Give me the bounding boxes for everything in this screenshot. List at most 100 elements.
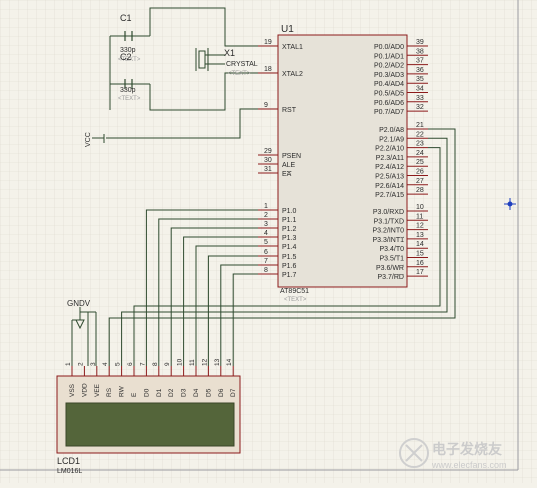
u1-right-pin-name-suffix: WR: [392, 265, 404, 272]
c2-text: <TEXT>: [118, 96, 141, 102]
u1-right-pin-name-suffix: AD3: [390, 72, 404, 79]
u1-left-pin-number: 2: [264, 212, 268, 219]
u1-right-pin-number: 38: [416, 48, 424, 55]
u1-right-pin-name-suffix: RD: [394, 274, 404, 281]
u1-left-pin-name: P1.3: [282, 235, 297, 242]
u1-right-pin-name: P2.5/A13: [375, 174, 404, 181]
u1-right-pin-number: 32: [416, 104, 424, 111]
u1-right-pin-name: P0.5/AD5: [374, 91, 404, 98]
u1-right-pin-name: P3.7/RD: [378, 274, 404, 281]
u1-right-pin-name: P0.4/AD4: [374, 81, 404, 88]
u1-right-pin-name: P3.6/WR: [376, 265, 404, 272]
u1-right-pin-number: 28: [416, 187, 424, 194]
u1-left-pin-name: ALE: [282, 162, 296, 169]
u1-right-pin-number: 17: [416, 269, 424, 276]
c2-ref: C2: [120, 52, 132, 62]
u1-right-pin-name-suffix: TXD: [390, 218, 404, 225]
lcd-pin-name: D0: [143, 388, 150, 397]
watermark-cn: 电子发烧友: [432, 441, 502, 457]
lcd-pin-name: RS: [106, 387, 113, 397]
u1-right-pin-number: 22: [416, 131, 424, 138]
c1-ref: C1: [120, 13, 132, 23]
u1-right-pin-number: 23: [416, 141, 424, 148]
u1-left-pin-name: P1.7: [282, 272, 297, 279]
u1-right-pin-number: 11: [416, 213, 423, 220]
u1-right-pin-name-suffix: AD1: [390, 53, 404, 60]
u1-right-pin-name: P3.4/T0: [379, 246, 404, 253]
u1-right-pin-name-suffix: AD2: [390, 63, 404, 70]
lcd-pin-number: 4: [102, 362, 109, 366]
u1-left-pin-number: 3: [264, 221, 268, 228]
u1-right-pin-name-suffix: A13: [392, 174, 405, 181]
u1-right-pin-name: P2.1/A9: [379, 136, 404, 143]
u1-right-pin-name: P3.2/INT0: [372, 228, 404, 235]
u1-right-pin-name-suffix: A10: [392, 146, 405, 153]
u1-left-pin-number: 7: [264, 258, 268, 265]
lcd-pin-name: D1: [156, 388, 163, 397]
u1-right-pin-number: 34: [416, 86, 424, 93]
u1-right-pin-name: P3.0/RXD: [373, 209, 404, 216]
u1-right-pin-number: 24: [416, 150, 424, 157]
lcd-pin-name: D7: [230, 388, 237, 397]
u1-right-pin-name: P0.1/AD1: [374, 53, 404, 60]
u1-right-pin-name-suffix: A8: [395, 127, 404, 134]
u1-right-pin-name: P0.6/AD6: [374, 100, 404, 107]
u1-right-pin-name-suffix: RXD: [389, 209, 404, 216]
lcd-pin-number: 8: [152, 362, 159, 366]
lcd-pin-number: 7: [139, 362, 146, 366]
u1-right-pin-name: P2.6/A14: [375, 183, 404, 190]
watermark-url: www.elecfans.com: [431, 460, 507, 470]
lcd-pin-number: 1: [65, 362, 72, 366]
lcd-pin-name: VEE: [94, 383, 101, 397]
u1-right-pin-name: P3.3/INT1: [372, 237, 404, 244]
u1-right-pin-name-suffix: INT0: [389, 228, 404, 235]
lcd-pin-name: RW: [119, 385, 126, 397]
u1-right-pin-name: P3.1/TXD: [374, 218, 404, 225]
u1-right-pin-number: 25: [416, 159, 424, 166]
u1-right-pin-name: P3.5/T1: [379, 256, 404, 263]
u1-right-pin-number: 27: [416, 178, 424, 185]
lcd-pin-number: 11: [189, 359, 196, 366]
u1-right-pin-number: 39: [416, 39, 424, 46]
u1-right-pin-name-suffix: AD4: [390, 81, 404, 88]
lcd-part: LM016L: [57, 468, 82, 475]
u1-right-pin-name: P2.3/A11: [376, 155, 404, 162]
u1-left-pin-name: PSEN: [282, 153, 301, 160]
lcd-pin-number: 10: [177, 358, 184, 366]
u1-right-pin-name: P2.2/A10: [375, 146, 404, 153]
lcd-pin-number: 9: [164, 362, 171, 366]
x1-ref: X1: [224, 48, 235, 58]
lcd-pin-name: VSS: [69, 383, 76, 397]
x1-value: CRYSTAL: [226, 61, 258, 68]
u1-right-pin-number: 37: [416, 58, 424, 65]
u1-right-pin-name-suffix: T1: [396, 256, 404, 263]
u1-left-pin-number: 30: [264, 157, 272, 164]
u1-right-pin-name: P0.2/AD2: [374, 63, 404, 70]
u1-right-pin-number: 21: [416, 122, 424, 129]
lcd-pin-number: 12: [201, 358, 208, 366]
u1-right-pin-name-suffix: AD5: [390, 91, 404, 98]
lcd-pin-number: 2: [77, 362, 84, 366]
lcd-pin-name: D6: [218, 388, 225, 397]
u1-left-pin-name: XTAL2: [282, 71, 303, 78]
u1-right-pin-number: 10: [416, 204, 424, 211]
u1-left-pin-name: P1.1: [282, 217, 297, 224]
u1-right-pin-name-suffix: INT1: [389, 237, 404, 244]
u1-left-pin-name: P1.0: [282, 208, 297, 215]
lcd-pin-name: VDD: [81, 383, 88, 397]
gnd-label: GNDV: [67, 299, 91, 308]
u1-right-pin-name-suffix: AD7: [390, 109, 404, 116]
u1-left-pin-number: 4: [264, 230, 268, 237]
schematic-canvas: C1 330p <TEXT> C2 330p <TEXT> X1 CRYSTAL…: [0, 0, 537, 483]
u1-right-pin-name: P0.7/AD7: [374, 109, 404, 116]
u1-ref: U1: [281, 24, 294, 35]
lcd-pin-number: 3: [90, 362, 97, 366]
u1-right-pin-number: 26: [416, 169, 424, 176]
lcd-pin-name: D4: [193, 388, 200, 397]
u1-left-pin-name: P1.2: [282, 226, 297, 233]
u1-left-pin-number: 31: [264, 166, 272, 173]
u1-right-pin-name: P0.3/AD3: [374, 72, 404, 79]
lcd-pin-number: 6: [127, 362, 134, 366]
u1-right-pin-name-suffix: A15: [392, 192, 405, 199]
u1-right-pin-name: P2.0/A8: [379, 127, 404, 134]
